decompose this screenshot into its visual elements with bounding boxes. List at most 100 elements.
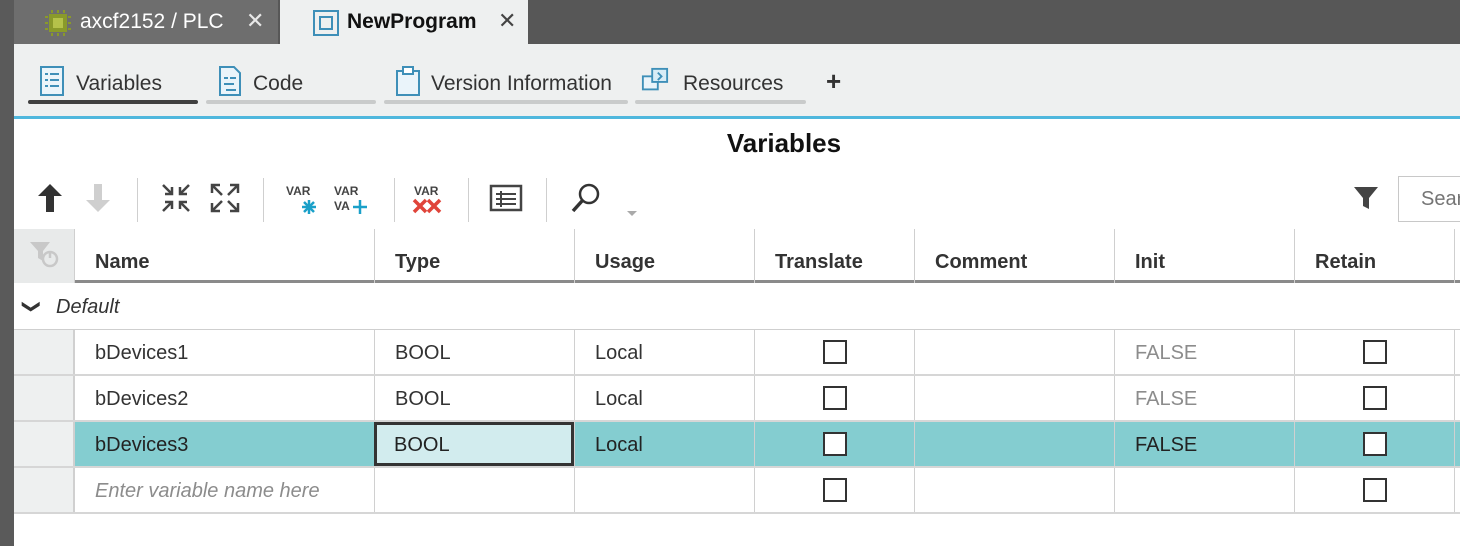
usage-cell[interactable]: Local — [574, 376, 754, 420]
retain-cell — [1294, 376, 1454, 420]
variables-toolbar: VAR VAR VA VAR — [14, 172, 1460, 226]
expand-all-button[interactable] — [205, 176, 245, 220]
row-end — [1454, 468, 1460, 512]
grid-header: Name Type Usage Translate Comment Init R… — [14, 229, 1460, 283]
type-cell[interactable]: BOOL — [374, 376, 574, 420]
chevron-down-icon[interactable] — [626, 210, 638, 218]
tab-variables-label: Variables — [76, 72, 162, 95]
active-tab-underline — [28, 100, 198, 104]
tab-resources-label: Resources — [683, 72, 784, 95]
init-cell[interactable]: FALSE — [1114, 422, 1294, 466]
doc-tab-label: NewProgram — [347, 10, 477, 33]
editor-tab-bar: Variables Code Version Information Resou… — [14, 44, 1460, 116]
program-icon — [313, 10, 339, 36]
column-header-end — [1454, 229, 1460, 283]
new-variable-row[interactable]: Enter variable name here — [14, 468, 1460, 514]
translate-checkbox[interactable] — [823, 432, 847, 456]
column-header-comment[interactable]: Comment — [914, 229, 1114, 283]
usage-cell[interactable]: Local — [574, 422, 754, 466]
move-down-button[interactable] — [78, 176, 118, 220]
name-cell[interactable]: bDevices2 — [74, 376, 374, 420]
variables-list-icon — [40, 66, 64, 96]
table-row[interactable]: bDevices2 BOOL Local FALSE — [14, 376, 1460, 422]
chevron-down-icon[interactable]: ❯ — [21, 299, 42, 314]
add-tab-button[interactable]: + — [826, 66, 841, 97]
tab-code-label: Code — [253, 72, 304, 95]
tab-resources[interactable]: Resources — [635, 64, 806, 104]
usage-cell[interactable]: Local — [574, 330, 754, 374]
row-end — [1454, 376, 1460, 420]
init-cell[interactable]: FALSE — [1114, 330, 1294, 374]
row-header[interactable] — [14, 468, 74, 512]
comment-cell[interactable] — [914, 422, 1114, 466]
toolbar-separator — [468, 178, 469, 222]
svg-text:VAR: VAR — [334, 184, 359, 198]
translate-checkbox[interactable] — [823, 340, 847, 364]
retain-checkbox[interactable] — [1363, 340, 1387, 364]
search-field[interactable] — [1398, 176, 1460, 222]
tab-underline — [206, 100, 376, 104]
group-row-default[interactable]: ❯ Default — [14, 286, 1460, 330]
collapse-all-button[interactable] — [156, 176, 196, 220]
add-var-group-button[interactable]: VAR VA — [330, 176, 370, 220]
doc-tab-plc[interactable]: axcf2152 / PLC ✕ — [14, 0, 278, 44]
toolbar-separator — [394, 178, 395, 222]
usage-cell[interactable] — [574, 468, 754, 512]
find-button[interactable] — [566, 176, 606, 220]
name-cell[interactable]: bDevices3 — [74, 422, 374, 466]
type-cell[interactable] — [374, 468, 574, 512]
column-header-translate[interactable]: Translate — [754, 229, 914, 283]
column-header-type[interactable]: Type — [374, 229, 574, 283]
chip-icon — [45, 10, 71, 36]
retain-cell — [1294, 330, 1454, 374]
retain-cell — [1294, 422, 1454, 466]
column-header-name[interactable]: Name — [74, 229, 374, 283]
column-header-usage[interactable]: Usage — [574, 229, 754, 283]
translate-cell — [754, 468, 914, 512]
row-header[interactable] — [14, 376, 74, 420]
doc-tab-newprogram[interactable]: NewProgram ✕ — [280, 0, 528, 44]
search-input[interactable] — [1399, 177, 1460, 221]
column-header-init[interactable]: Init — [1114, 229, 1294, 283]
table-icon — [489, 184, 523, 212]
row-header[interactable] — [14, 330, 74, 374]
row-end — [1454, 422, 1460, 466]
type-cell-focused[interactable]: BOOL — [374, 422, 574, 466]
row-end — [1454, 330, 1460, 374]
translate-checkbox[interactable] — [823, 386, 847, 410]
tab-variables[interactable]: Variables — [28, 64, 198, 104]
retain-cell — [1294, 468, 1454, 512]
tab-code[interactable]: Code — [206, 64, 376, 104]
add-var-icon: VAR — [286, 184, 316, 214]
new-variable-name-input[interactable]: Enter variable name here — [74, 468, 374, 512]
table-view-button[interactable] — [486, 176, 526, 220]
add-variable-button[interactable]: VAR — [282, 176, 322, 220]
name-cell[interactable]: bDevices1 — [74, 330, 374, 374]
retain-checkbox[interactable] — [1363, 386, 1387, 410]
translate-checkbox[interactable] — [823, 478, 847, 502]
close-icon[interactable]: ✕ — [246, 8, 264, 34]
comment-cell[interactable] — [914, 376, 1114, 420]
tab-underline — [384, 100, 628, 104]
grid-header-corner[interactable] — [14, 229, 74, 283]
init-cell[interactable] — [1114, 468, 1294, 512]
delete-variable-button[interactable]: VAR — [408, 176, 448, 220]
column-header-retain[interactable]: Retain — [1294, 229, 1454, 283]
svg-text:VA: VA — [334, 199, 350, 213]
row-header[interactable] — [14, 422, 74, 466]
translate-cell — [754, 330, 914, 374]
tab-version-information[interactable]: Version Information — [384, 64, 628, 104]
comment-cell[interactable] — [914, 330, 1114, 374]
init-cell[interactable]: FALSE — [1114, 376, 1294, 420]
move-up-button[interactable] — [30, 176, 70, 220]
table-row-selected[interactable]: bDevices3 BOOL Local FALSE — [14, 422, 1460, 468]
close-icon[interactable]: ✕ — [498, 8, 516, 34]
table-row[interactable]: bDevices1 BOOL Local FALSE — [14, 330, 1460, 376]
filter-icon[interactable] — [1352, 184, 1380, 212]
comment-cell[interactable] — [914, 468, 1114, 512]
clipboard-icon — [396, 66, 420, 96]
type-cell[interactable]: BOOL — [374, 330, 574, 374]
doc-tab-label: axcf2152 / PLC — [80, 10, 224, 33]
retain-checkbox[interactable] — [1363, 478, 1387, 502]
retain-checkbox[interactable] — [1363, 432, 1387, 456]
